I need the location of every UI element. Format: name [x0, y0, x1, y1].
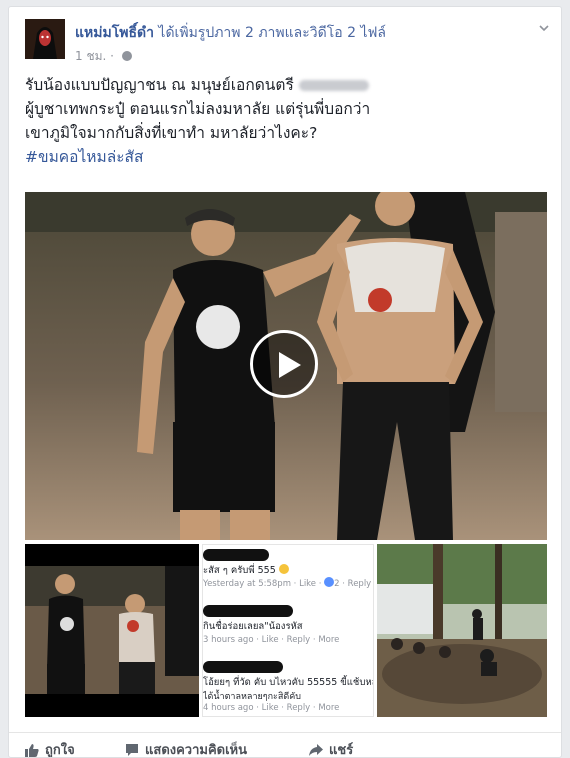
chevron-down-icon[interactable] — [539, 23, 549, 33]
author-name[interactable]: แหม่มโพธิ์ดำ — [75, 25, 154, 41]
comment-1-meta: Yesterday at 5:58pm · Like · — [203, 579, 322, 589]
comment-3-text-2: ได้น้ำตาลหลายๆกะสิดีคับ — [203, 692, 301, 702]
post-card: แหม่มโพธิ์ดำ ได้เพิ่มรูปภาพ 2 ภาพและวิดี… — [8, 6, 562, 758]
thumbs-up-icon — [25, 744, 39, 757]
redacted-name — [203, 549, 269, 561]
photo-1-image — [25, 544, 199, 717]
photo-thumbnail-2[interactable] — [377, 544, 547, 717]
blurred-name — [298, 80, 369, 91]
comment-3-meta: 4 hours ago · Like · Reply · More — [203, 703, 340, 713]
post-meta: 1 ชม. · — [75, 47, 132, 66]
redacted-name — [203, 605, 293, 617]
post-action-bar: ถูกใจ แสดงความคิดเห็น แชร์ — [9, 732, 561, 758]
play-button[interactable] — [250, 330, 318, 398]
post-header: แหม่มโพธิ์ดำ ได้เพิ่มรูปภาพ 2 ภาพและวิดี… — [75, 22, 386, 44]
share-button[interactable]: แชร์ — [309, 739, 354, 758]
comment-3-text: โอ้ยยๆ ที่วัด คับ บไหวคับ 55555 ขี้แช้บห… — [203, 677, 374, 688]
comment-1-text: ะสัส ๆ ครับพี่ 555 — [203, 565, 276, 576]
post-text-line-3: เขาภูมิใจมากกับสิ่งที่เขาทำ มหาลัยว่าไงค… — [25, 124, 318, 142]
globe-icon — [121, 51, 132, 61]
comment-1-reacts: 2 — [334, 579, 340, 589]
comment-label: แสดงความคิดเห็น — [145, 743, 248, 758]
comment-2-meta: 3 hours ago · Like · Reply · More — [203, 635, 340, 645]
comment-button[interactable]: แสดงความคิดเห็น — [125, 739, 248, 758]
comment-2-text: กินชื่อร่อยเลยล"น้องรหัส — [203, 621, 303, 632]
post-action[interactable]: ได้เพิ่มรูปภาพ 2 ภาพและวิดีโอ 2 ไฟล์ — [158, 25, 386, 41]
like-label: ถูกใจ — [45, 743, 75, 758]
comments-screenshot-thumbnail[interactable]: ะสัส ๆ ครับพี่ 555 Yesterday at 5:58pm ·… — [202, 544, 374, 717]
media-thumbnails: ะสัส ๆ ครับพี่ 555 Yesterday at 5:58pm ·… — [25, 544, 547, 717]
post-text-line-1: รับน้องแบบปัญญาชน ณ มนุษย์เอกดนตรี — [25, 76, 294, 94]
post-text-line-2: ผู้บูชาเทพกระปู๋ ตอนแรกไม่ลงมหาลัย แต่รุ… — [25, 100, 371, 118]
share-label: แชร์ — [329, 743, 354, 758]
smile-emoji-icon — [278, 564, 289, 574]
redacted-name — [203, 661, 283, 673]
comment-1-reply: · Reply — [342, 579, 372, 589]
like-button[interactable]: ถูกใจ — [25, 739, 75, 758]
hashtag-link[interactable]: #ขมคอไหมล่ะสัส — [25, 145, 545, 169]
share-icon — [309, 744, 323, 756]
comment-icon — [126, 744, 138, 756]
author-avatar[interactable] — [25, 19, 65, 59]
video-player[interactable] — [25, 192, 547, 540]
photo-thumbnail-1[interactable] — [25, 544, 199, 717]
like-reaction-icon — [324, 577, 335, 587]
post-time[interactable]: 1 ชม. — [75, 49, 106, 63]
photo-2-image — [377, 544, 547, 717]
post-text: รับน้องแบบปัญญาชน ณ มนุษย์เอกดนตรี ผู้บู… — [25, 73, 545, 169]
separator: · — [110, 49, 114, 63]
